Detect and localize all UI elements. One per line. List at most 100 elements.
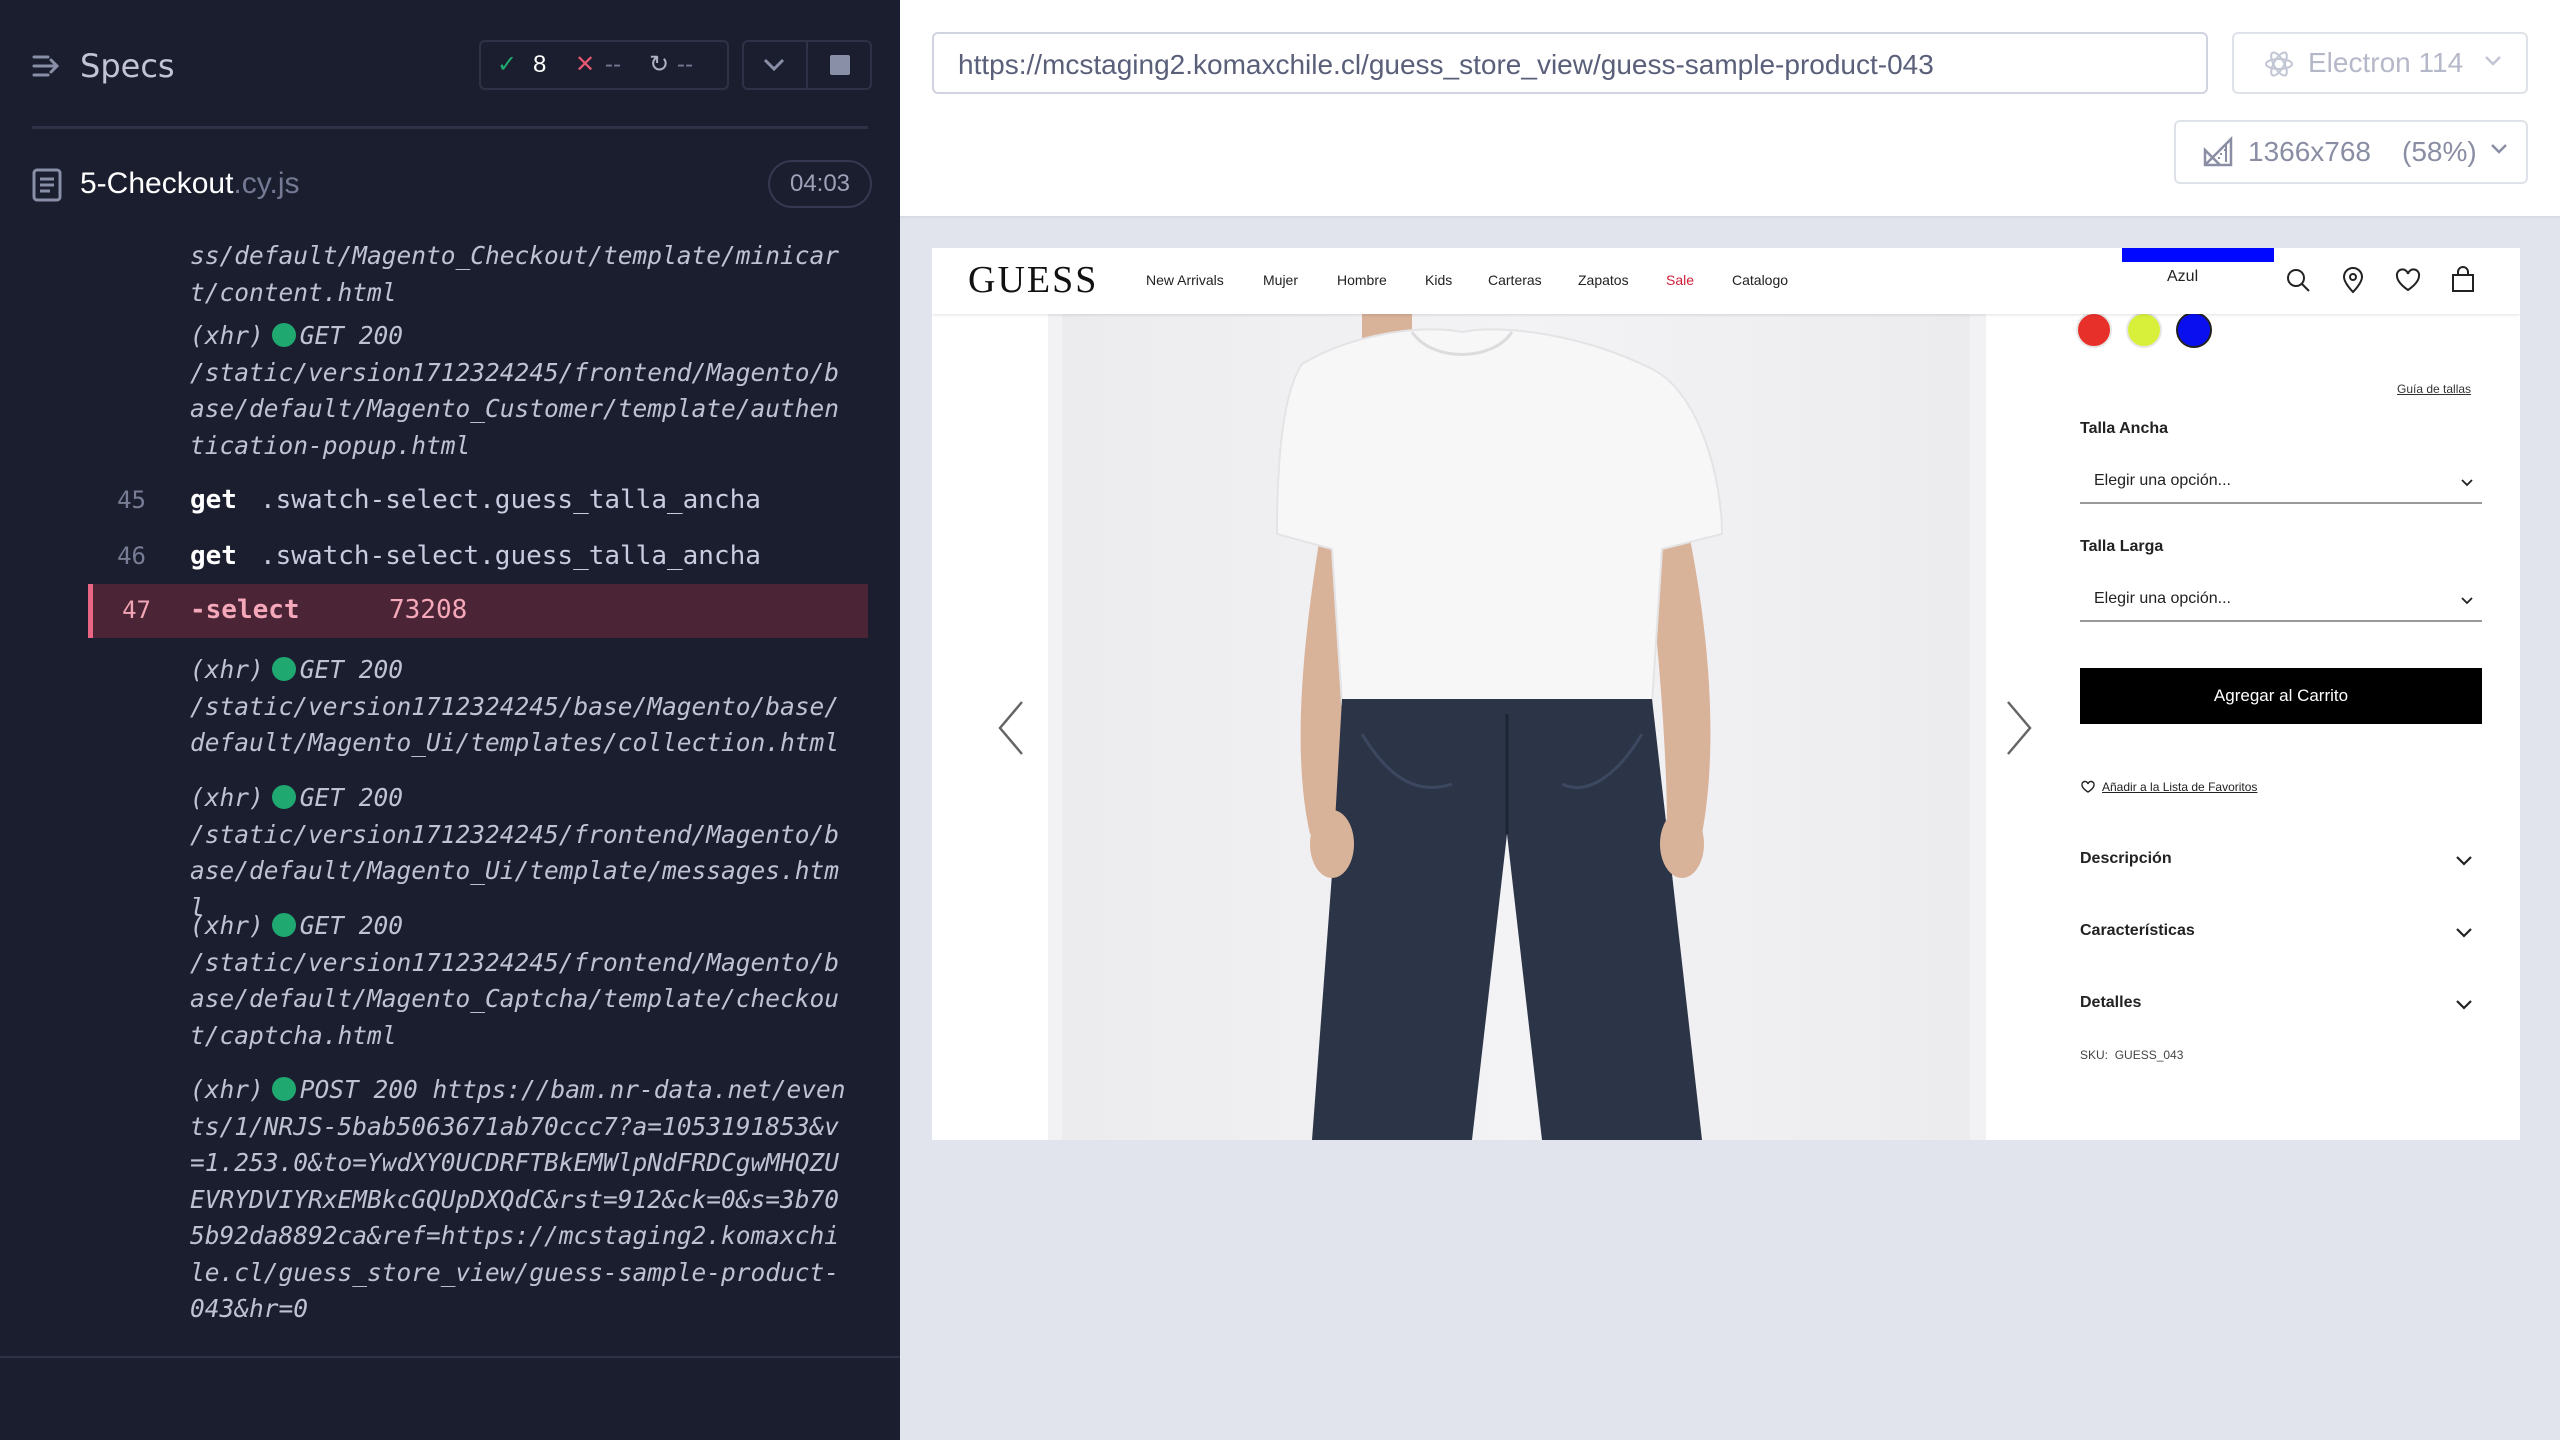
viewport-size: 1366x768 (2248, 136, 2372, 167)
status-dot-icon (271, 657, 296, 681)
xhr-url: /static/version1712324245/frontend/Magen… (190, 947, 840, 1050)
xhr-prefix: (xhr) (190, 655, 264, 684)
spec-file-name[interactable]: 5-Checkout.cy.js (80, 158, 300, 210)
chevron-down-icon (2484, 54, 2502, 68)
nav-mujer[interactable]: Mujer (1263, 270, 1298, 290)
gallery-next-arrow-icon[interactable] (2004, 698, 2034, 758)
specs-header: Specs ✓ 8 ✕ -- ↻ -- (32, 40, 872, 92)
accordion-descripcion[interactable]: Descripción (2080, 850, 2474, 880)
spec-file-basename: 5-Checkout (80, 167, 234, 200)
accordion-label: Detalles (2080, 994, 2142, 1011)
chevron-down-icon (2456, 1000, 2472, 1010)
specs-toggle-icon[interactable] (32, 52, 62, 80)
accordion-detalles[interactable]: Detalles (2080, 994, 2474, 1024)
status-dot-icon (271, 785, 296, 809)
size-guide-link[interactable]: Guía de tallas (2397, 382, 2471, 396)
command-number: 45 (117, 486, 146, 514)
accordion-caracteristicas[interactable]: Características (2080, 922, 2474, 952)
product-image-gallery (1048, 314, 1986, 1140)
chevron-down-icon (2461, 479, 2473, 487)
stop-button[interactable] (808, 42, 870, 88)
talla-ancha-label: Talla Ancha (2080, 420, 2169, 437)
status-dot-icon (271, 1077, 296, 1101)
color-swatch-red[interactable] (2076, 312, 2112, 348)
sku-info: SKU: GUESS_043 (2080, 1048, 2183, 1062)
add-to-cart-button[interactable]: Agregar al Carrito (2080, 668, 2482, 724)
selected-color-highlight (2122, 248, 2274, 262)
talla-ancha-value: Elegir una opción... (2094, 472, 2231, 489)
xhr-entry[interactable]: (xhr) GET 200 /static/version1712324245/b… (190, 652, 850, 762)
heart-icon[interactable] (2394, 266, 2422, 294)
command-row[interactable]: 45 get .swatch-select.guess_talla_ancha (88, 474, 868, 526)
xhr-entry[interactable]: (xhr) GET 200 /static/version1712324245/f… (190, 908, 850, 1054)
shopping-bag-icon[interactable] (2450, 266, 2476, 294)
aut-header: https://mcstaging2.komaxchile.cl/guess_s… (900, 0, 2560, 218)
xhr-prefix: (xhr) (190, 783, 264, 812)
heart-icon (2081, 780, 2095, 793)
viewport-scale: (58%) (2402, 136, 2477, 167)
gallery-prev-arrow-icon[interactable] (996, 698, 1026, 758)
xhr-entry[interactable]: (xhr) GET 200 /static/version1712324245/f… (190, 318, 850, 464)
xhr-url: /static/version1712324245/base/Magento/b… (190, 691, 840, 758)
xhr-method: POST 200 (299, 1075, 418, 1104)
command-name: -select (190, 595, 300, 625)
stop-icon (830, 55, 850, 75)
guess-logo[interactable]: GUESS (968, 256, 1098, 304)
xhr-entry[interactable]: (xhr) GET 200 /static/version1712324245/f… (190, 780, 850, 926)
chevron-down-icon (2456, 928, 2472, 938)
talla-larga-select[interactable]: Elegir una opción... (2080, 580, 2482, 622)
nav-zapatos[interactable]: Zapatos (1578, 270, 1629, 290)
xhr-prefix: (xhr) (190, 911, 264, 940)
color-tooltip: Azul (2167, 268, 2199, 285)
command-message: .swatch-select.guess_talla_ancha (260, 485, 761, 515)
product-image (1062, 314, 1970, 1140)
xhr-entry[interactable]: (xhr) POST 200 https://bam.nr-data.net/ev… (190, 1072, 850, 1328)
spec-file-row: 5-Checkout.cy.js 04:03 (32, 158, 872, 210)
divider (0, 1356, 900, 1358)
status-dot-icon (271, 323, 296, 347)
xhr-url-fragment[interactable]: ss/default/Magento_Checkout/template/min… (190, 238, 850, 311)
accordion-label: Descripción (2080, 850, 2172, 867)
divider (32, 126, 868, 129)
command-row-active[interactable]: 47 -select 73208 (88, 584, 868, 638)
failed-icon: ✕ (575, 51, 596, 78)
command-message: .swatch-select.guess_talla_ancha (260, 541, 761, 571)
nav-catalogo[interactable]: Catalogo (1732, 270, 1788, 290)
chevron-down-icon (2461, 597, 2473, 605)
search-icon[interactable] (2284, 266, 2312, 294)
color-swatch-yellow[interactable] (2126, 312, 2162, 348)
chevron-down-icon (2490, 142, 2508, 156)
xhr-method: GET 200 (299, 655, 404, 684)
product-page: GUESS New Arrivals Mujer Hombre Kids Car… (932, 248, 2520, 1140)
collapse-all-button[interactable] (744, 42, 808, 88)
talla-larga-label: Talla Larga (2080, 538, 2164, 555)
nav-hombre[interactable]: Hombre (1337, 270, 1387, 290)
command-name: get (190, 485, 237, 515)
nav-kids[interactable]: Kids (1425, 270, 1452, 290)
command-list: ss/default/Magento_Checkout/template/min… (88, 238, 868, 1334)
add-to-wishlist-link[interactable]: Añadir a la Lista de Favoritos (2080, 780, 2257, 794)
passed-count: 8 (533, 51, 547, 78)
command-name: get (190, 541, 237, 571)
nav-new-arrivals[interactable]: New Arrivals (1146, 270, 1224, 290)
xhr-url: https://bam.nr-data.net/events/1/NRJS-5b… (190, 1075, 846, 1323)
pending-count: -- (677, 51, 693, 78)
command-row[interactable]: 46 get .swatch-select.guess_talla_ancha (88, 530, 868, 582)
test-stats: ✓ 8 ✕ -- ↻ -- (479, 40, 729, 90)
color-swatch-blue[interactable] (2176, 312, 2212, 348)
browser-selector[interactable]: Electron 114 (2232, 32, 2528, 94)
sku-label: SKU: (2080, 1048, 2109, 1062)
specs-title[interactable]: Specs (80, 40, 175, 92)
pending-icon: ↻ (649, 51, 670, 78)
viewport-info[interactable]: 1366x768 (58%) (2174, 120, 2528, 184)
url-bar[interactable]: https://mcstaging2.komaxchile.cl/guess_s… (932, 32, 2208, 94)
nav-sale[interactable]: Sale (1666, 270, 1694, 290)
spec-duration: 04:03 (768, 160, 872, 208)
command-log-panel: Specs ✓ 8 ✕ -- ↻ -- 5-Checkout.cy.js 04:… (0, 0, 900, 1440)
failed-count: -- (605, 51, 621, 78)
location-pin-icon[interactable] (2340, 266, 2366, 294)
command-number: 46 (117, 542, 146, 570)
nav-carteras[interactable]: Carteras (1488, 270, 1542, 290)
command-message: 73208 (389, 595, 468, 625)
talla-ancha-select[interactable]: Elegir una opción... (2080, 462, 2482, 504)
